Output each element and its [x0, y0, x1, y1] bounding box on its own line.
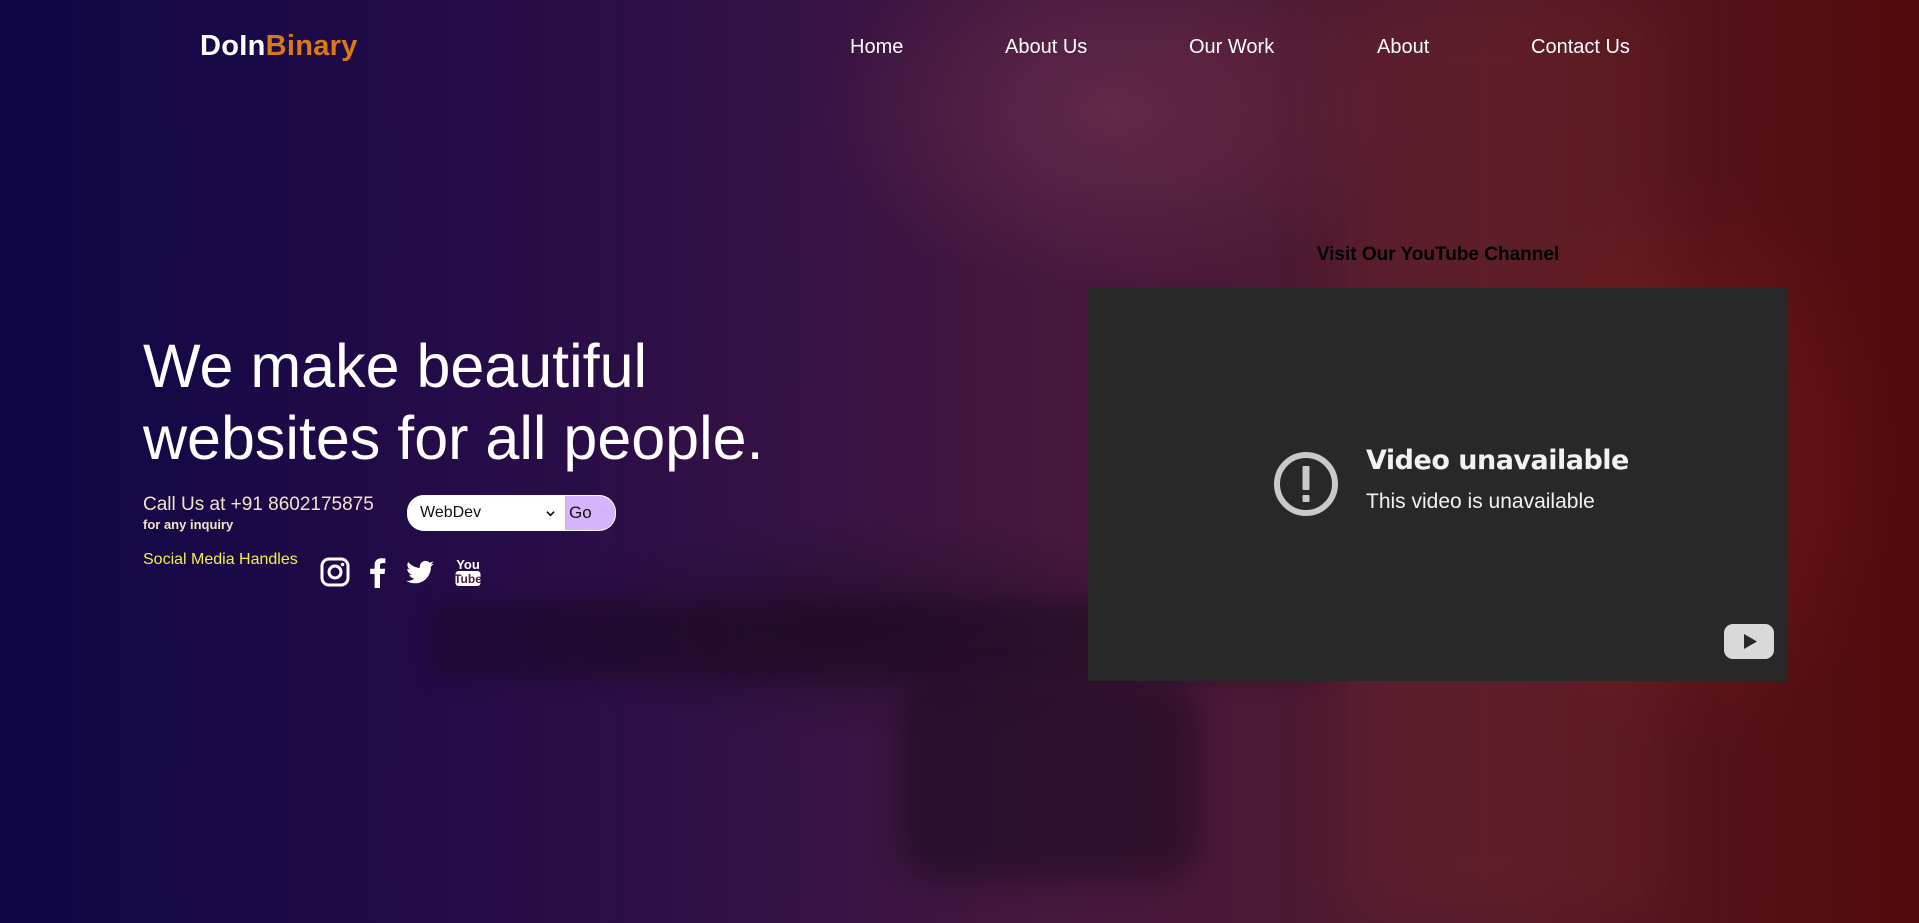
nav-our-work[interactable]: Our Work: [1189, 36, 1274, 59]
nav-about-us[interactable]: About Us: [1005, 36, 1087, 59]
nav-contact-us[interactable]: Contact Us: [1531, 36, 1630, 59]
logo-part-doin: DoIn: [200, 30, 266, 62]
nav-home[interactable]: Home: [850, 36, 903, 59]
video-unavailable-title: Video unavailable: [1366, 445, 1629, 476]
video-unavailable-subtitle: This video is unavailable: [1366, 490, 1595, 513]
nav-about[interactable]: About: [1377, 36, 1429, 59]
service-select[interactable]: WebDev: [408, 496, 565, 530]
site-logo[interactable]: DoInBinary: [200, 30, 358, 63]
instagram-icon[interactable]: [318, 555, 352, 589]
chevron-down-icon: [546, 511, 555, 517]
svg-text:You: You: [456, 557, 480, 572]
go-button[interactable]: Go: [565, 496, 615, 530]
service-picker: WebDev Go: [407, 495, 616, 531]
hero-title-line-2: websites for all people.: [143, 404, 764, 472]
hero-title-line-1: We make beautiful: [143, 332, 648, 400]
background-chair: [900, 680, 1200, 880]
facebook-icon[interactable]: [361, 555, 395, 589]
call-subtext: for any inquiry: [143, 517, 234, 532]
hero-title: We make beautiful websites for all peopl…: [143, 330, 843, 474]
youtube-video-embed[interactable]: Video unavailable This video is unavaila…: [1088, 288, 1788, 681]
youtube-channel-heading: Visit Our YouTube Channel: [1316, 244, 1560, 265]
youtube-play-icon[interactable]: [1724, 624, 1774, 659]
contact-call: Call Us at +91 8602175875 for any inquir…: [143, 494, 374, 532]
twitter-icon[interactable]: [403, 555, 437, 589]
call-phone-text: Call Us at +91 8602175875: [143, 494, 374, 515]
youtube-icon[interactable]: You Tube: [451, 555, 485, 589]
logo-part-binary: Binary: [265, 30, 358, 62]
service-select-value: WebDev: [420, 504, 482, 521]
social-media-label: Social Media Handles: [143, 551, 298, 568]
exclamation-circle-icon: [1274, 452, 1338, 516]
svg-text:Tube: Tube: [454, 572, 482, 586]
